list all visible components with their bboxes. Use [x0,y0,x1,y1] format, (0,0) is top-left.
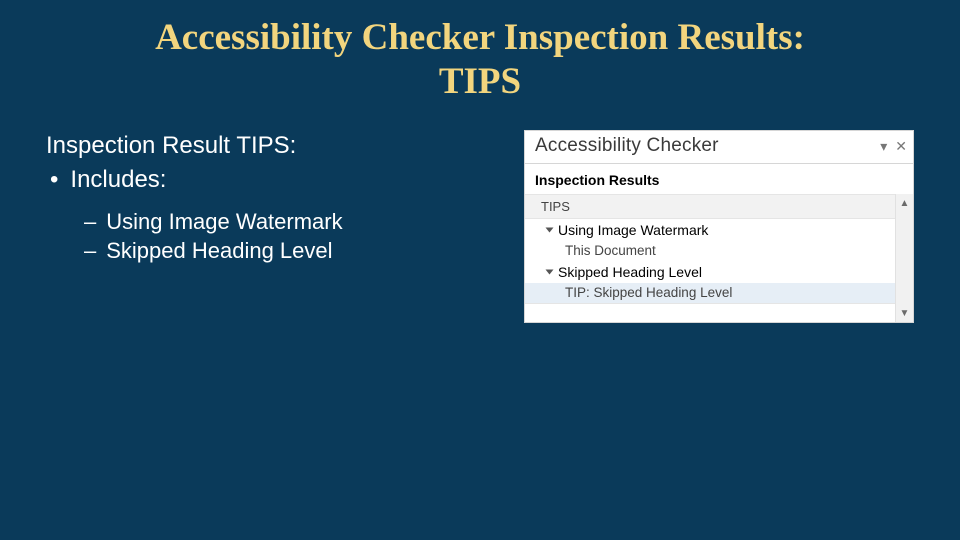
expand-icon [546,228,554,233]
panel-body: TIPS Using Image Watermark This Document… [525,194,913,322]
subheading: Inspection Result TIPS: [46,130,524,162]
title-line-2: TIPS [439,61,521,102]
tips-group-header[interactable]: TIPS [525,194,895,219]
sub-bullet-heading: Skipped Heading Level [84,236,524,266]
text-column: Inspection Result TIPS: Includes: Using … [46,130,524,323]
content-row: Inspection Result TIPS: Includes: Using … [46,130,914,323]
title-line-1: Accessibility Checker Inspection Results… [155,17,805,58]
scroll-down-icon[interactable]: ▼ [896,304,913,322]
scroll-track[interactable] [896,212,913,304]
accessibility-checker-panel: Accessibility Checker ▾ ✕ Inspection Res… [524,130,914,323]
sub-bullet-watermark: Using Image Watermark [84,207,524,237]
vertical-scrollbar[interactable]: ▲ ▼ [895,194,913,322]
dropdown-icon[interactable]: ▾ [880,139,887,153]
result-subitem-this-document[interactable]: This Document [525,241,895,261]
panel-header: Accessibility Checker ▾ ✕ [525,131,913,164]
results-list: TIPS Using Image Watermark This Document… [525,194,895,322]
list-overflow [525,303,895,308]
result-item-heading[interactable]: Skipped Heading Level [525,261,895,283]
panel-subheader: Inspection Results [525,164,913,194]
scroll-up-icon[interactable]: ▲ [896,194,913,212]
bullet-includes: Includes: Using Image Watermark Skipped … [46,164,524,266]
result-item-watermark[interactable]: Using Image Watermark [525,219,895,241]
panel-header-icons: ▾ ✕ [880,139,907,153]
close-icon[interactable]: ✕ [895,139,907,153]
panel-title: Accessibility Checker [535,135,880,157]
result-subitem-tip-heading[interactable]: TIP: Skipped Heading Level [525,283,895,303]
slide: Accessibility Checker Inspection Results… [0,0,960,540]
slide-title: Accessibility Checker Inspection Results… [0,0,960,105]
bullet-list: Includes: Using Image Watermark Skipped … [46,164,524,266]
sub-bullet-list: Using Image Watermark Skipped Heading Le… [50,207,524,266]
expand-icon [546,270,554,275]
